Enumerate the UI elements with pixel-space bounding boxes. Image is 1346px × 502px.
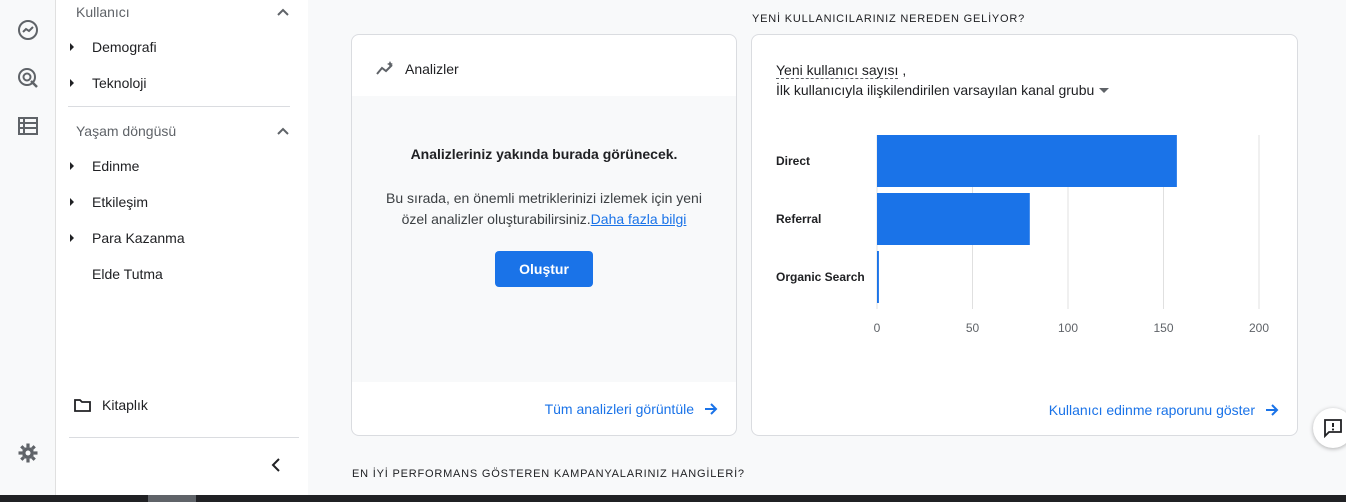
bottom-bar — [0, 495, 1346, 502]
x-tick-label: 200 — [1249, 321, 1269, 335]
acquisition-section-title: YENİ KULLANICILARINIZ NEREDEN GELİYOR? — [752, 13, 1026, 25]
feedback-icon — [1324, 419, 1342, 438]
reports-icon[interactable] — [16, 18, 40, 42]
advertising-icon[interactable] — [16, 114, 40, 138]
acquisition-card: Yeni kullanıcı sayısı , İlk kullanıcıyla… — [751, 34, 1298, 436]
category-label: Referral — [776, 212, 821, 226]
empty-state-headline: Analizleriniz yakında burada görünecek. — [410, 146, 678, 162]
nav-section-user[interactable]: Kullanıcı — [76, 4, 130, 20]
view-all-insights-link[interactable]: Tüm analizleri görüntüle — [545, 401, 718, 417]
user-acquisition-report-link[interactable]: Kullanıcı edinme raporunu göster — [1049, 402, 1279, 418]
x-tick-label: 100 — [1058, 321, 1078, 335]
icon-rail — [0, 0, 56, 495]
insights-sparkle-icon — [376, 61, 393, 75]
analytics-card-title: Analizler — [405, 61, 459, 77]
settings-gear-icon[interactable] — [16, 441, 40, 465]
chevron-up-icon[interactable] — [276, 5, 290, 19]
campaigns-section-title: EN İYİ PERFORMANS GÖSTEREN KAMPANYALARIN… — [352, 468, 745, 480]
learn-more-link[interactable]: Daha fazla bilgi — [591, 211, 687, 227]
explore-icon[interactable] — [16, 66, 40, 90]
nav-divider — [69, 437, 299, 438]
analytics-card: Analizler Analizleriniz yakında burada g… — [351, 34, 737, 436]
nav-item-etkilesim[interactable]: Etkileşim — [68, 190, 148, 214]
arrow-right-icon — [705, 403, 718, 415]
feedback-button[interactable] — [1313, 408, 1346, 448]
nav-item-teknoloji[interactable]: Teknoloji — [68, 71, 146, 95]
expand-arrow-icon — [70, 198, 74, 206]
arrow-right-icon — [1266, 404, 1279, 416]
folder-icon — [74, 399, 91, 412]
bar-referral — [877, 193, 1030, 245]
bar-direct — [877, 135, 1177, 187]
bar-organic-search — [877, 251, 879, 303]
analytics-card-header: Analizler — [376, 61, 459, 77]
nav-item-elde-tutma[interactable]: Elde Tutma — [68, 262, 163, 286]
nav-item-library[interactable]: Kitaplık — [74, 393, 148, 417]
expand-arrow-icon — [70, 79, 74, 87]
dimension-selector[interactable]: İlk kullanıcıyla ilişkilendirilen varsay… — [776, 82, 1110, 98]
category-label: Direct — [776, 154, 810, 168]
create-button[interactable]: Oluştur — [495, 251, 593, 287]
nav-item-edinme[interactable]: Edinme — [68, 154, 139, 178]
analytics-empty-state: Analizleriniz yakında burada görünecek. … — [352, 96, 736, 382]
expand-arrow-icon — [70, 234, 74, 242]
expand-arrow-icon — [70, 43, 74, 51]
nav-item-demografi[interactable]: Demografi — [68, 35, 157, 59]
nav-section-lifecycle[interactable]: Yaşam döngüsü — [76, 123, 176, 139]
metric-label[interactable]: Yeni kullanıcı sayısı — [776, 62, 899, 79]
category-label: Organic Search — [776, 270, 865, 284]
dropdown-caret-icon — [1099, 87, 1110, 93]
expand-arrow-icon — [70, 162, 74, 170]
collapse-chevron-left-icon[interactable] — [270, 457, 282, 473]
chevron-up-icon[interactable] — [276, 124, 290, 138]
empty-state-body: Bu sırada, en önemli metriklerinizi izle… — [386, 190, 702, 227]
new-users-bar-chart: 0 50 100 150 200 Direct Referral Organic Search — [776, 135, 1269, 335]
reports-navigation: Kullanıcı Demografi Teknoloji Yaşam döng… — [56, 0, 308, 495]
x-tick-label: 50 — [966, 321, 980, 335]
metric-selector[interactable]: Yeni kullanıcı sayısı , — [776, 62, 906, 79]
nav-divider — [68, 106, 290, 107]
x-tick-label: 150 — [1153, 321, 1173, 335]
x-tick-label: 0 — [874, 321, 881, 335]
nav-item-para-kazanma[interactable]: Para Kazanma — [68, 226, 185, 250]
